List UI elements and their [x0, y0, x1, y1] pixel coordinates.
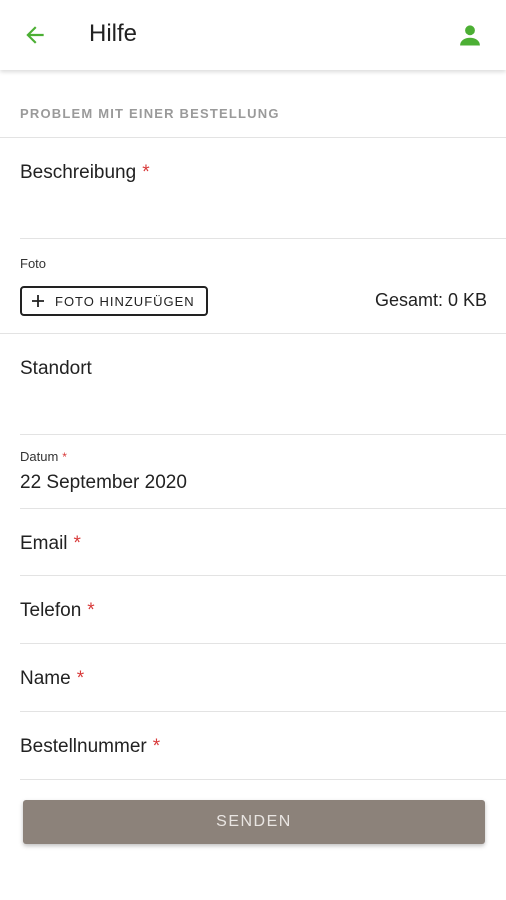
- required-marker: *: [76, 668, 85, 689]
- email-label: Email: [20, 533, 68, 554]
- date-label-text: Datum: [20, 449, 59, 464]
- divider: [20, 434, 506, 435]
- divider: [0, 137, 506, 138]
- send-button[interactable]: SENDEN: [23, 800, 485, 844]
- app-bar: Hilfe: [0, 0, 506, 70]
- photo-label: Foto: [20, 256, 47, 271]
- location-field[interactable]: Standort: [20, 358, 92, 380]
- divider: [20, 643, 506, 644]
- add-photo-label: FOTO HINZUFÜGEN: [55, 293, 195, 309]
- order-number-field[interactable]: Bestellnummer *: [20, 736, 160, 758]
- add-photo-button[interactable]: FOTO HINZUFÜGEN: [20, 286, 208, 316]
- required-marker: *: [152, 736, 161, 757]
- required-marker: *: [62, 450, 67, 464]
- date-field[interactable]: 22 September 2020: [20, 472, 187, 494]
- divider: [20, 711, 506, 712]
- plus-icon: [32, 295, 44, 307]
- section-header: PROBLEM MIT EINER BESTELLUNG: [20, 106, 280, 121]
- required-marker: *: [142, 162, 150, 183]
- required-marker: *: [87, 600, 95, 621]
- name-field[interactable]: Name *: [20, 668, 84, 690]
- name-label: Name: [20, 668, 71, 689]
- required-marker: *: [73, 533, 81, 554]
- divider: [20, 238, 506, 239]
- description-field[interactable]: Beschreibung *: [20, 162, 150, 184]
- date-label: Datum *: [20, 449, 67, 464]
- email-field[interactable]: Email *: [20, 533, 81, 555]
- total-size-text: Gesamt: 0 KB: [374, 290, 487, 310]
- page-title: Hilfe: [89, 20, 138, 47]
- divider: [20, 575, 506, 576]
- description-label: Beschreibung: [20, 162, 137, 183]
- location-label: Standort: [20, 358, 92, 379]
- divider: [0, 333, 506, 334]
- back-arrow-icon[interactable]: [22, 22, 48, 48]
- phone-field[interactable]: Telefon *: [20, 600, 95, 622]
- account-icon[interactable]: [456, 21, 484, 49]
- divider: [20, 508, 506, 509]
- order-number-label: Bestellnummer: [20, 736, 147, 757]
- divider: [20, 779, 506, 780]
- phone-label: Telefon: [20, 600, 82, 621]
